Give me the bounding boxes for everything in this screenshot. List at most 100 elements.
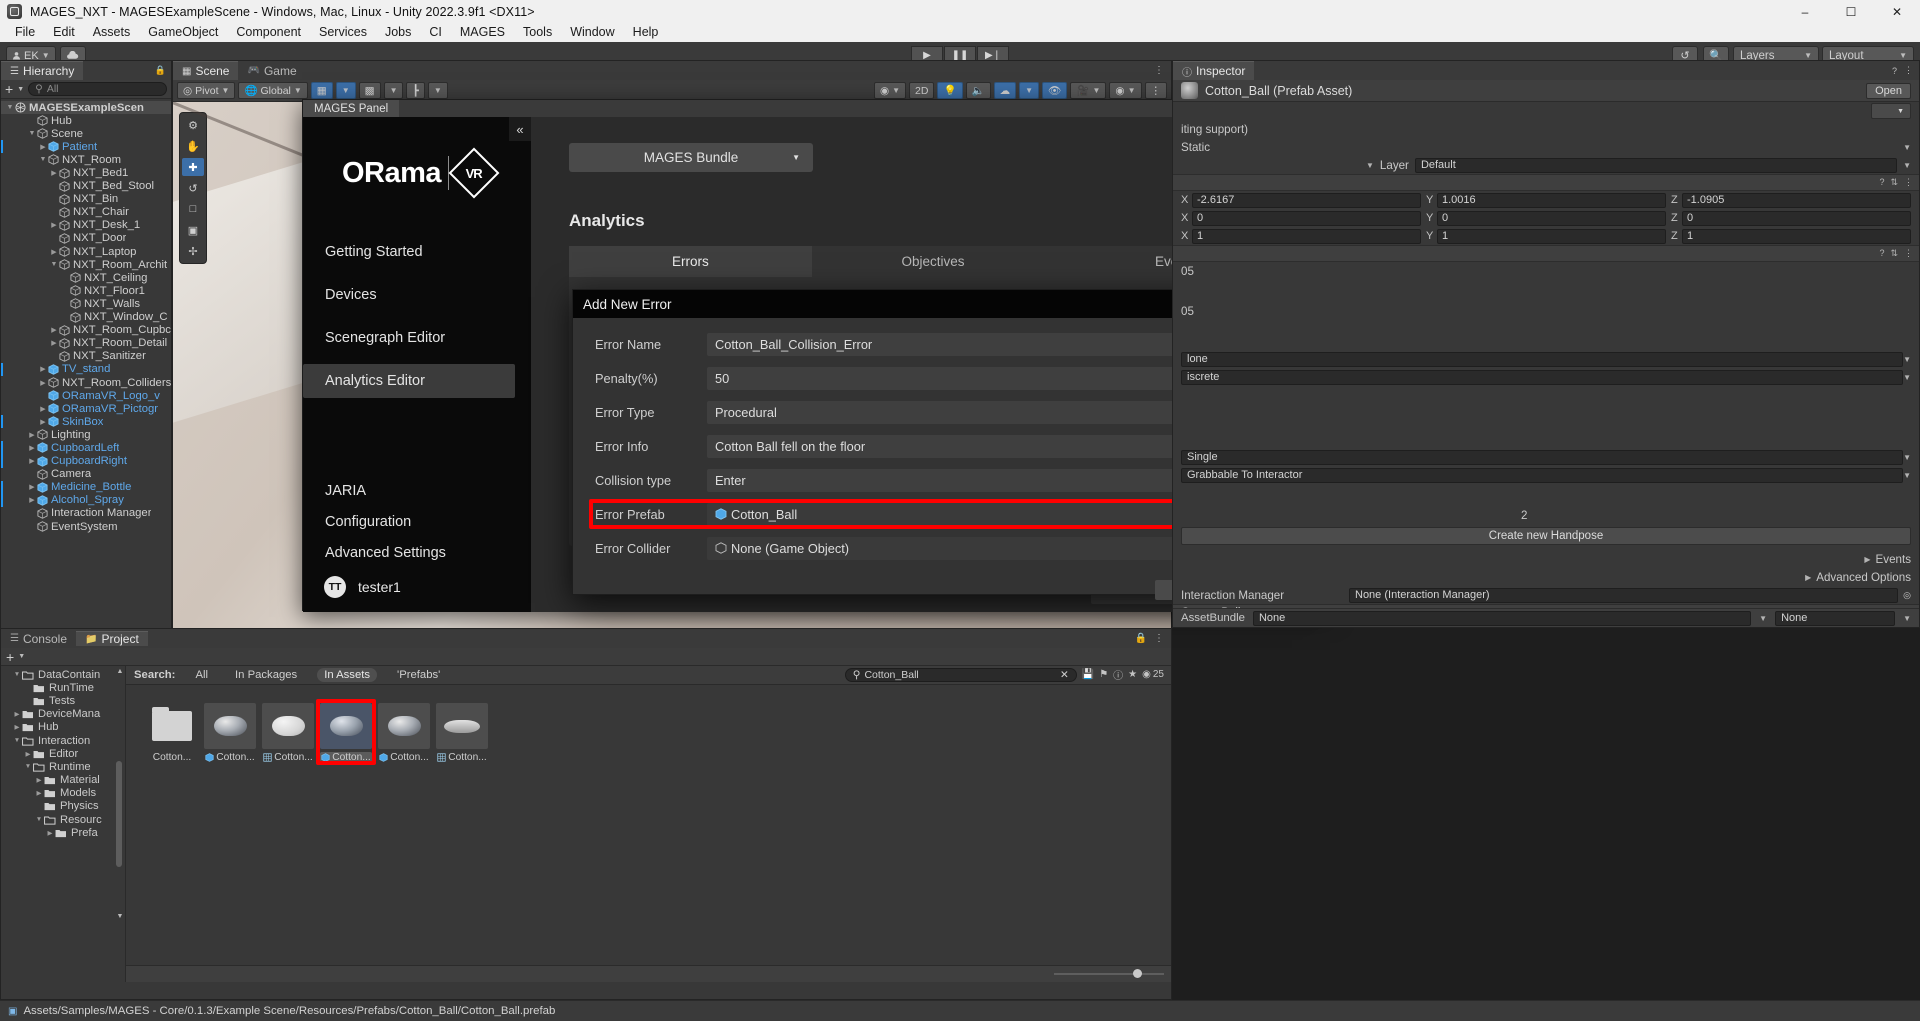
transform-pos-x[interactable]: X-2.6167 bbox=[1181, 193, 1421, 208]
asset-item-1[interactable]: Cotton... bbox=[204, 703, 256, 763]
minimize-button[interactable]: – bbox=[1782, 0, 1828, 23]
hierarchy-item-nxt-walls[interactable]: NXT_Walls bbox=[1, 297, 171, 310]
hierarchy-lock-icon[interactable]: 🔒 bbox=[155, 61, 171, 80]
hierarchy-item-magesexamplescen[interactable]: MAGESExampleScen bbox=[1, 101, 171, 114]
chevron-right-icon[interactable]: ▶ bbox=[34, 789, 44, 797]
chevron-down-icon[interactable] bbox=[27, 130, 37, 137]
chevron-down-icon[interactable]: ▼ bbox=[34, 816, 44, 823]
chevron-right-icon[interactable] bbox=[27, 457, 37, 465]
hierarchy-item-nxt-room[interactable]: NXT_Room bbox=[1, 153, 171, 166]
hand-tool-icon[interactable]: ✋ bbox=[182, 137, 204, 155]
chevron-right-icon[interactable] bbox=[27, 431, 37, 439]
hierarchy-item-nxt-bed1[interactable]: NXT_Bed1 bbox=[1, 166, 171, 179]
menu-item-jobs[interactable]: Jobs bbox=[376, 23, 420, 42]
project-folder-runtime[interactable]: RunTime bbox=[1, 681, 125, 694]
mages-nav-list[interactable]: Getting StartedDevicesScenegraph EditorA… bbox=[303, 235, 531, 398]
project-folder-tree[interactable]: ▼DataContainRunTimeTests▶DeviceMana▶Hub ▼… bbox=[1, 666, 126, 982]
hierarchy-item-nxt-desk-1[interactable]: NXT_Desk_1 bbox=[1, 219, 171, 232]
help-icon[interactable]: ? bbox=[1879, 177, 1884, 188]
chevron-right-icon[interactable] bbox=[49, 248, 59, 256]
menu-item-gameobject[interactable]: GameObject bbox=[139, 23, 227, 42]
menu-item-tools[interactable]: Tools bbox=[514, 23, 561, 42]
chevron-right-icon[interactable]: ▶ bbox=[23, 750, 33, 758]
chevron-down-icon[interactable]: ▼ bbox=[12, 671, 22, 678]
gizmos-toggle-icon[interactable]: ◉▼ bbox=[1109, 82, 1141, 99]
project-folder-tests[interactable]: Tests bbox=[1, 694, 125, 707]
scene-options-icon[interactable]: ⋮ bbox=[1145, 82, 1168, 99]
hierarchy-item-scene[interactable]: Scene bbox=[1, 127, 171, 140]
preset-icon[interactable]: ⇅ bbox=[1890, 248, 1898, 259]
transform-rot-y[interactable]: Y0 bbox=[1426, 211, 1666, 226]
hierarchy-item-nxt-room-archit[interactable]: NXT_Room_Archit bbox=[1, 258, 171, 271]
menu-item-component[interactable]: Component bbox=[227, 23, 310, 42]
chevron-right-icon[interactable] bbox=[38, 379, 48, 387]
ruler-dropdown[interactable]: ▼ bbox=[428, 82, 448, 99]
mages-nav-scenegraph-editor[interactable]: Scenegraph Editor bbox=[303, 321, 531, 355]
mages-user[interactable]: TTtester1 bbox=[303, 576, 531, 598]
magnet-snap-button[interactable]: ▩ bbox=[359, 82, 381, 99]
chevron-right-icon[interactable] bbox=[38, 405, 48, 413]
dropdown-value-3[interactable]: Single bbox=[1181, 450, 1903, 465]
dropdown-value-2[interactable]: iscrete bbox=[1181, 370, 1903, 385]
inspector-help-icon[interactable]: ? bbox=[1892, 66, 1897, 76]
project-folder-hub[interactable]: ▶Hub bbox=[1, 721, 125, 734]
axis-value-z[interactable]: 1 bbox=[1682, 229, 1911, 244]
component-header-2[interactable]: ? ⇅ ⋮ bbox=[1173, 245, 1919, 262]
project-tree-scrollbar[interactable]: ▲ ▼ bbox=[116, 668, 124, 978]
hierarchy-item-nxt-chair[interactable]: NXT_Chair bbox=[1, 206, 171, 219]
hierarchy-search-input[interactable]: ⚲ All bbox=[28, 82, 167, 96]
hierarchy-item-nxt-sanitizer[interactable]: NXT_Sanitizer bbox=[1, 350, 171, 363]
asset-item-3[interactable]: Cotton... bbox=[320, 703, 372, 763]
hierarchy-item-nxt-window-c[interactable]: NXT_Window_C bbox=[1, 311, 171, 324]
scene-tools-overlay[interactable]: ⚙ ✋ ✚ ↺ □ ▣ ✢ bbox=[179, 112, 207, 264]
chevron-right-icon[interactable] bbox=[27, 496, 37, 504]
asset-item-2[interactable]: Cotton... bbox=[262, 703, 314, 763]
hierarchy-item-nxt-bed-stool[interactable]: NXT_Bed_Stool bbox=[1, 180, 171, 193]
menu-item-window[interactable]: Window bbox=[561, 23, 623, 42]
add-gameobject-button[interactable]: + bbox=[5, 82, 13, 96]
tool-overlay-icon[interactable]: ⚙ bbox=[182, 116, 204, 134]
layer-value[interactable]: Default bbox=[1415, 158, 1897, 173]
project-folder-datacontain[interactable]: ▼DataContain bbox=[1, 668, 125, 681]
chevron-down-icon[interactable]: ▼ bbox=[12, 737, 22, 744]
hierarchy-item-interaction-manager[interactable]: Interaction Manager bbox=[1, 507, 171, 520]
thumbnail-size-slider[interactable] bbox=[1054, 969, 1164, 979]
hierarchy-item-nxt-room-cupbc[interactable]: NXT_Room_Cupbc bbox=[1, 324, 171, 337]
chevron-right-icon[interactable]: ▶ bbox=[34, 776, 44, 784]
hierarchy-item-patient[interactable]: Patient bbox=[1, 140, 171, 153]
hierarchy-item-camera[interactable]: Camera bbox=[1, 468, 171, 481]
type-filter-icon[interactable]: ⓘ bbox=[1113, 667, 1123, 682]
camera-settings-icon[interactable]: 🎥▼ bbox=[1070, 82, 1106, 99]
options-icon[interactable]: ⋮ bbox=[1904, 177, 1913, 188]
project-folder-models[interactable]: ▶Models bbox=[1, 787, 125, 800]
label-icon[interactable]: ⚑ bbox=[1099, 669, 1108, 680]
axis-value-z[interactable]: 0 bbox=[1682, 211, 1911, 226]
preset-icon[interactable]: ⇅ bbox=[1890, 177, 1898, 188]
transform-pos-z[interactable]: Z-1.0905 bbox=[1671, 193, 1911, 208]
chevron-right-icon[interactable] bbox=[38, 418, 48, 426]
project-search-input[interactable]: ⚲ Cotton_Ball ✕ bbox=[845, 668, 1077, 682]
open-prefab-button[interactable]: Open bbox=[1866, 83, 1911, 99]
project-folder-devicemana[interactable]: ▶DeviceMana bbox=[1, 708, 125, 721]
chevron-right-icon[interactable]: ▶ bbox=[12, 710, 22, 718]
chevron-down-icon[interactable]: ▼ bbox=[23, 763, 33, 770]
filter-in-assets[interactable]: In Assets bbox=[317, 668, 377, 682]
chevron-down-icon[interactable] bbox=[38, 156, 48, 163]
axis-value-y[interactable]: 0 bbox=[1437, 211, 1666, 226]
hierarchy-item-nxt-room-detail[interactable]: NXT_Room_Detail bbox=[1, 337, 171, 350]
tab-project[interactable]: 📁Project bbox=[76, 631, 148, 646]
assetbundle-variant[interactable]: None bbox=[1775, 611, 1895, 626]
hierarchy-tree[interactable]: MAGESExampleScenHubScenePatientNXT_RoomN… bbox=[1, 99, 171, 629]
hierarchy-item-skinbox[interactable]: SkinBox bbox=[1, 415, 171, 428]
inspector-body[interactable]: ▼ iting support) Static ▼ ▼ Layer Defaul… bbox=[1173, 102, 1919, 627]
scrollbar-thumb[interactable] bbox=[116, 761, 122, 867]
inspector-section-advanced[interactable]: ▶ Advanced Options bbox=[1173, 568, 1919, 586]
project-folder-runtime[interactable]: ▼Runtime bbox=[1, 760, 125, 773]
hierarchy-item-oramavr-pictogr[interactable]: ORamaVR_Pictogr bbox=[1, 402, 171, 415]
grid-snap-button[interactable]: ▦ bbox=[311, 82, 333, 99]
transform-scl-y[interactable]: Y1 bbox=[1426, 229, 1666, 244]
asset-thumbnail[interactable] bbox=[146, 703, 198, 749]
analytics-tab-errors[interactable]: Errors bbox=[569, 246, 812, 277]
axis-value-x[interactable]: 1 bbox=[1192, 229, 1421, 244]
filter-prefabs[interactable]: 'Prefabs' bbox=[390, 668, 447, 682]
